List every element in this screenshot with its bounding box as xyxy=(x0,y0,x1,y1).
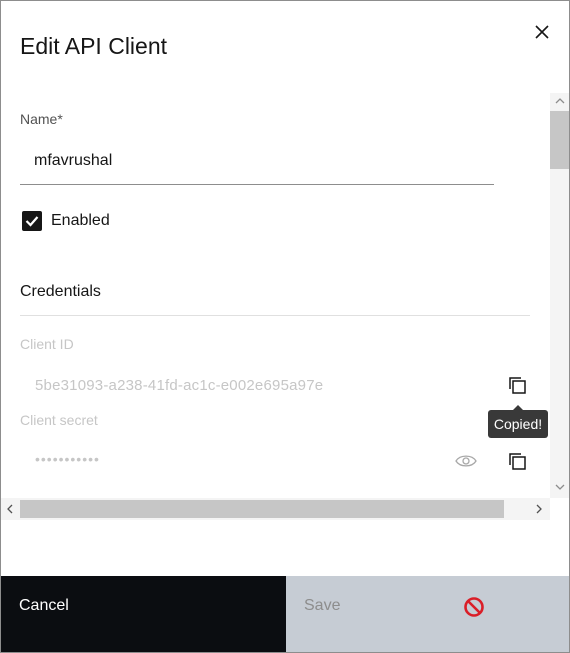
name-label: Name* xyxy=(20,111,63,127)
modal-footer: Cancel Save xyxy=(1,576,569,652)
modal-body: Name* Enabled Credentials Client ID 5be3… xyxy=(1,93,550,498)
horizontal-scrollbar[interactable] xyxy=(1,498,550,520)
name-input[interactable] xyxy=(20,137,494,185)
show-secret-button[interactable] xyxy=(455,453,477,469)
client-id-value: 5be31093-a238-41fd-ac1c-e002e695a97e xyxy=(35,377,324,394)
copied-tooltip: Copied! xyxy=(488,405,548,438)
horizontal-scroll-thumb[interactable] xyxy=(20,500,504,518)
copy-icon xyxy=(509,377,526,394)
client-secret-label: Client secret xyxy=(20,412,98,428)
not-allowed-icon xyxy=(464,597,484,617)
eye-icon xyxy=(455,455,477,467)
credentials-heading: Credentials xyxy=(20,283,101,300)
enabled-checkbox-row[interactable]: Enabled xyxy=(20,211,110,231)
checkmark-icon xyxy=(25,216,39,227)
scroll-down-icon[interactable] xyxy=(554,481,566,493)
vertical-scroll-thumb[interactable] xyxy=(550,111,569,169)
client-secret-value: ••••••••••• xyxy=(35,451,100,467)
cancel-button[interactable]: Cancel xyxy=(1,576,286,652)
scroll-right-icon[interactable] xyxy=(533,503,545,515)
client-id-label: Client ID xyxy=(20,336,74,352)
copy-icon xyxy=(509,453,526,470)
vertical-scrollbar[interactable] xyxy=(550,93,569,498)
scroll-left-icon[interactable] xyxy=(4,503,16,515)
enabled-label: Enabled xyxy=(51,212,110,229)
close-icon xyxy=(535,25,549,39)
close-button[interactable] xyxy=(527,17,557,47)
scroll-up-icon[interactable] xyxy=(554,95,566,107)
enabled-checkbox[interactable] xyxy=(22,211,42,231)
section-divider xyxy=(20,315,530,316)
save-button-label: Save xyxy=(304,597,341,614)
copy-client-id-button[interactable] xyxy=(507,375,529,397)
edit-api-client-modal: Edit API Client Name* Enabled Credential… xyxy=(0,0,570,653)
save-button[interactable]: Save xyxy=(286,576,569,652)
copy-client-secret-button[interactable] xyxy=(507,451,529,473)
modal-title: Edit API Client xyxy=(20,33,168,59)
